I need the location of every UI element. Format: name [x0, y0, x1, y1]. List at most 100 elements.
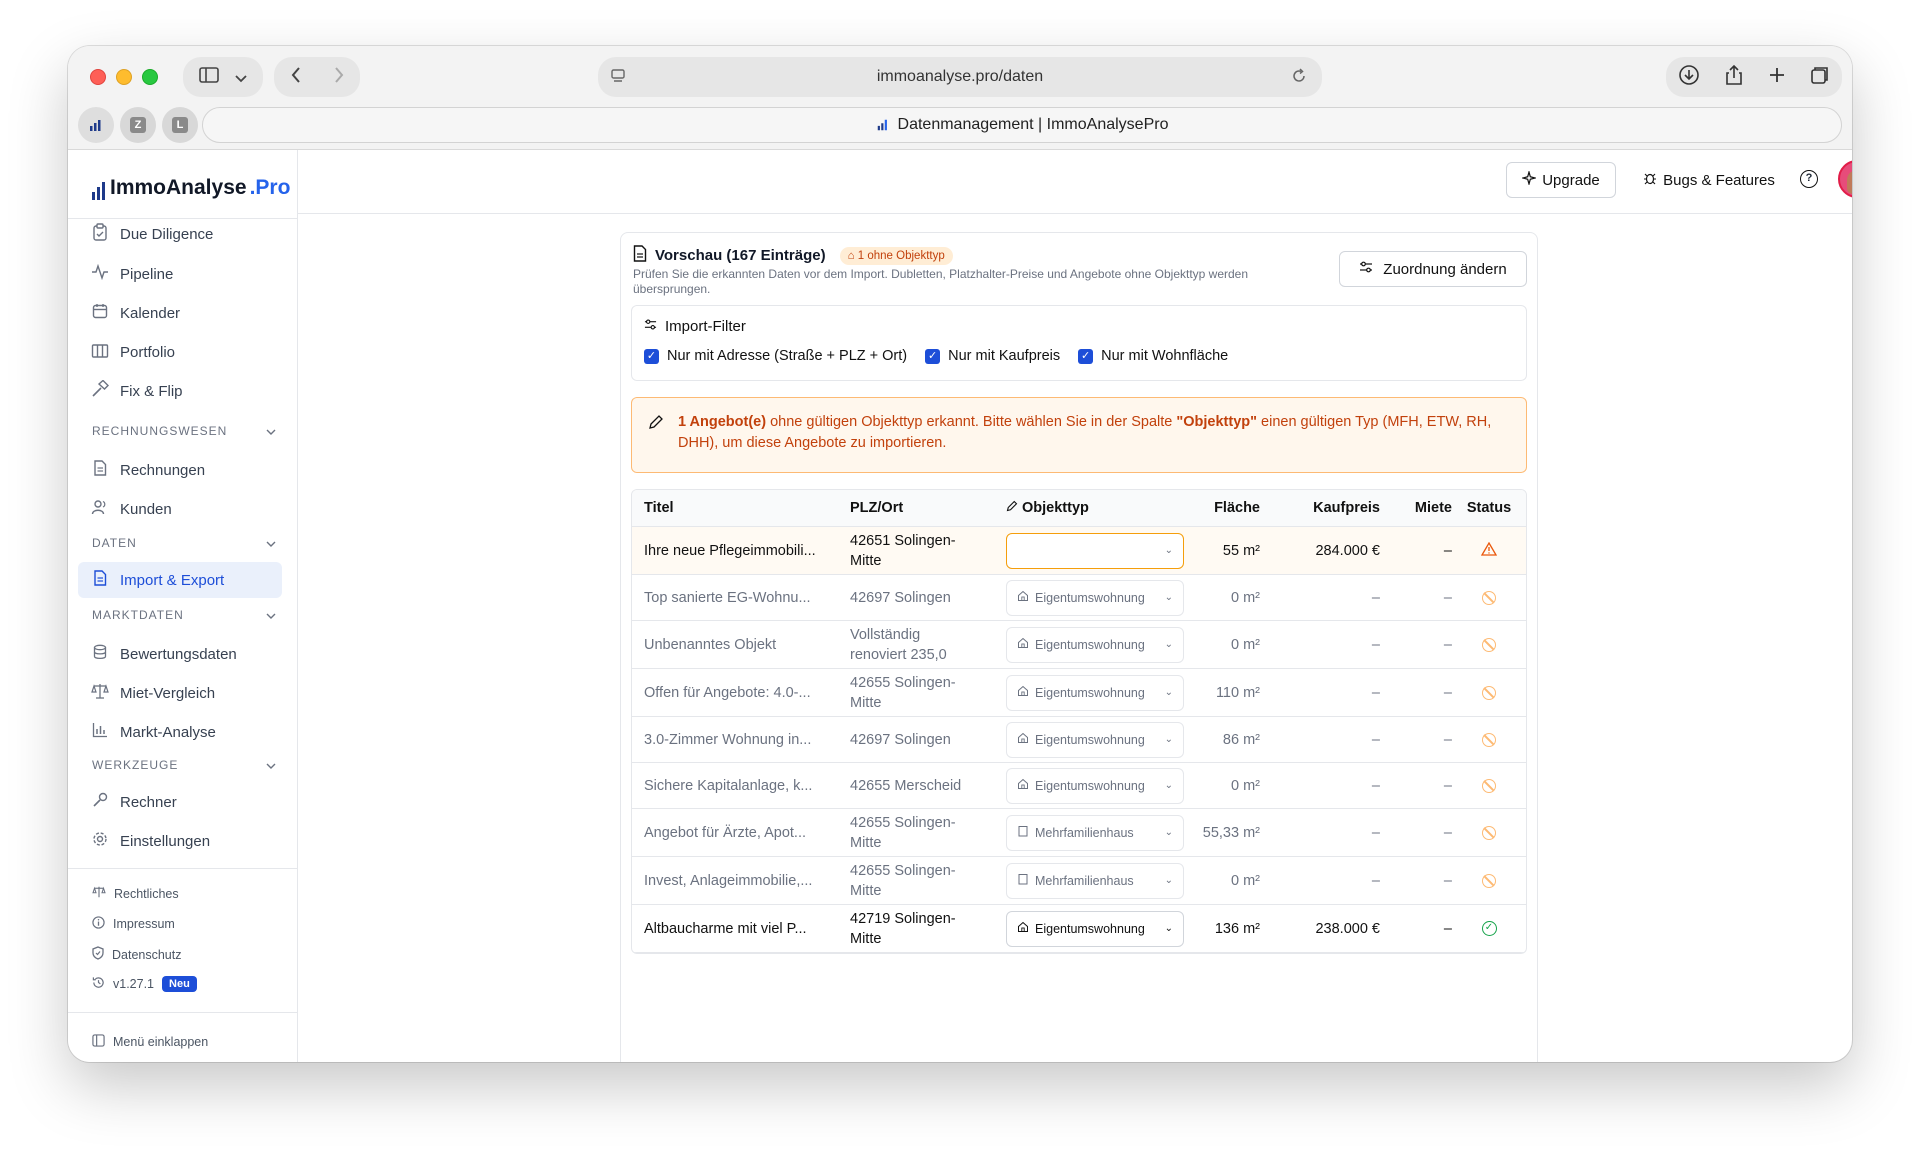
chevron-down-icon	[266, 424, 276, 438]
table-row[interactable]: Offen für Angebote: 4.0-... 42655 Solinge…	[632, 669, 1526, 717]
table-row[interactable]: Angebot für Ärzte, Apot... 42655 Solingen…	[632, 809, 1526, 857]
home-icon	[1017, 637, 1029, 652]
minimize-window-button[interactable]	[116, 69, 132, 85]
new-tab-icon[interactable]	[1768, 66, 1786, 89]
pencil-icon	[1006, 500, 1018, 516]
download-icon[interactable]	[1678, 64, 1700, 91]
filter-checkbox-address[interactable]: ✓ Nur mit Adresse (Straße + PLZ + Ort)	[644, 348, 907, 364]
pinned-tab-l[interactable]: L	[162, 107, 198, 143]
app-logo[interactable]: ImmoAnalyse .Pro	[92, 176, 290, 200]
pinned-tab-immoanalyse[interactable]	[78, 107, 114, 143]
sidebar-item-bewertungsdaten[interactable]: Bewertungsdaten	[78, 636, 282, 672]
sidebar-item-due-diligence[interactable]: Due Diligence	[78, 216, 282, 252]
maximize-window-button[interactable]	[142, 69, 158, 85]
browser-actions	[1666, 57, 1842, 97]
building-icon	[90, 342, 110, 362]
share-icon[interactable]	[1724, 64, 1744, 91]
cell-plz: 42655 Solingen-Mitte	[850, 674, 956, 711]
tab-bar: Z L Datenmanagement | ImmoAnalysePro	[68, 102, 1852, 148]
objekttyp-select[interactable]: Eigentumswohnung ⌄	[1006, 767, 1184, 804]
filter-checkbox-area[interactable]: ✓ Nur mit Wohnfläche	[1078, 348, 1228, 364]
back-icon[interactable]	[291, 66, 301, 88]
sidebar-item-import-export[interactable]: Import & Export	[78, 562, 282, 598]
sidebar-item-fix-flip[interactable]: Fix & Flip	[78, 373, 282, 409]
cell-status	[1458, 575, 1520, 620]
sidebar-toggle-button[interactable]	[183, 57, 263, 97]
column-header-objekttyp: Objekttyp	[1006, 490, 1186, 526]
table-row[interactable]: Top sanierte EG-Wohnu... 42697 Solingen Ei…	[632, 575, 1526, 621]
home-icon	[1017, 732, 1029, 747]
pinned-tab-z[interactable]: Z	[120, 107, 156, 143]
avatar[interactable]	[1838, 160, 1852, 198]
cell-kaufpreis: –	[1371, 872, 1380, 889]
sidebar-item-rechner[interactable]: Rechner	[78, 784, 282, 820]
check-circle-icon: ✓	[1481, 921, 1497, 936]
section-rechnungswesen[interactable]: RECHNUNGSWESEN	[92, 424, 276, 438]
tab-overview-icon[interactable]	[1810, 65, 1830, 90]
database-icon	[90, 644, 110, 664]
cell-objekttyp: Eigentumswohnung ⌄	[1006, 763, 1186, 808]
bar-chart-icon	[90, 722, 110, 742]
sliders-icon	[644, 318, 657, 335]
section-daten[interactable]: DATEN	[92, 536, 276, 550]
footer-link-impressum[interactable]: Impressum	[92, 916, 175, 932]
table-row[interactable]: Ihre neue Pflegeimmobili... 42651 Solinge…	[632, 527, 1526, 575]
sidebar-item-pipeline[interactable]: Pipeline	[78, 256, 282, 292]
objekttyp-select[interactable]: Mehrfamilienhaus ⌄	[1006, 814, 1184, 851]
filter-options: ✓ Nur mit Adresse (Straße + PLZ + Ort) ✓ N…	[644, 348, 1228, 364]
table-row[interactable]: Altbaucharme mit viel P... 42719 Solingen…	[632, 905, 1526, 953]
objekttyp-select[interactable]: Mehrfamilienhaus ⌄	[1006, 862, 1184, 899]
help-icon[interactable]: ?	[1800, 170, 1818, 188]
new-version-badge: Neu	[162, 976, 197, 992]
section-marktdaten[interactable]: MARKTDATEN	[92, 608, 276, 622]
footer-link-rechtliches[interactable]: Rechtliches	[92, 886, 179, 901]
table-row[interactable]: Invest, Anlageimmobilie,... 42655 Solinge…	[632, 857, 1526, 905]
sidebar-item-kalender[interactable]: Kalender	[78, 295, 282, 331]
objekttyp-select[interactable]: Eigentumswohnung ⌄	[1006, 674, 1184, 711]
cell-flaeche: 0 m²	[1231, 872, 1260, 889]
history-icon	[92, 976, 105, 992]
ban-icon	[1482, 685, 1496, 700]
cell-status	[1458, 717, 1520, 762]
cell-objekttyp: Eigentumswohnung ⌄	[1006, 717, 1186, 762]
sidebar: ImmoAnalyse.Pro Due Diligence Pipeline	[68, 150, 298, 1062]
address-bar[interactable]: immoanalyse.pro/daten	[598, 57, 1322, 97]
cell-kaufpreis: 284.000 €	[1315, 542, 1380, 559]
reload-icon[interactable]	[1290, 67, 1308, 90]
sidebar-item-miet-vergleich[interactable]: Miet-Vergleich	[78, 675, 282, 711]
calendar-icon	[90, 303, 110, 323]
forward-icon[interactable]	[334, 66, 344, 88]
chevron-down-icon: ⌄	[1164, 734, 1173, 745]
pinned-tabs: Z L	[78, 107, 198, 143]
active-tab[interactable]: Datenmanagement | ImmoAnalysePro	[202, 107, 1842, 143]
page-menu-icon[interactable]	[610, 68, 626, 89]
objekttyp-select[interactable]: ⌄	[1006, 532, 1184, 569]
sidebar-item-rechnungen[interactable]: Rechnungen	[78, 452, 282, 488]
cell-status	[1458, 621, 1520, 668]
bugs-features-button[interactable]: Bugs & Features	[1634, 162, 1784, 198]
change-mapping-button[interactable]: Zuordnung ändern	[1339, 251, 1527, 287]
sidebar-item-portfolio[interactable]: Portfolio	[78, 334, 282, 370]
upgrade-button[interactable]: Upgrade	[1506, 162, 1616, 198]
close-window-button[interactable]	[90, 69, 106, 85]
objekttyp-select[interactable]: Eigentumswohnung ⌄	[1006, 626, 1184, 663]
objekttyp-select[interactable]: Eigentumswohnung ⌄	[1006, 579, 1184, 616]
table-row[interactable]: 3.0-Zimmer Wohnung in... 42697 Solingen Ei…	[632, 717, 1526, 763]
objekttyp-select[interactable]: Eigentumswohnung ⌄	[1006, 910, 1184, 947]
filter-checkbox-price[interactable]: ✓ Nur mit Kaufpreis	[925, 348, 1060, 364]
chevron-down-icon: ⌄	[1164, 875, 1173, 886]
sidebar-item-markt-analyse[interactable]: Markt-Analyse	[78, 714, 282, 750]
ban-icon	[1482, 873, 1496, 888]
section-werkzeuge[interactable]: WERKZEUGE	[92, 758, 276, 772]
cell-miete: –	[1443, 824, 1452, 841]
collapse-menu-button[interactable]: Menü einklappen	[92, 1034, 208, 1050]
footer-version[interactable]: v1.27.1 Neu	[92, 976, 197, 992]
sidebar-item-einstellungen[interactable]: Einstellungen	[78, 823, 282, 859]
cell-flaeche: 110 m²	[1215, 684, 1260, 701]
footer-link-datenschutz[interactable]: Datenschutz	[92, 946, 181, 963]
table-row[interactable]: Unbenanntes Objekt Vollständig renoviert …	[632, 621, 1526, 669]
sidebar-item-kunden[interactable]: Kunden	[78, 491, 282, 527]
objekttyp-select[interactable]: Eigentumswohnung ⌄	[1006, 721, 1184, 758]
shield-icon	[92, 946, 104, 963]
table-row[interactable]: Sichere Kapitalanlage, k... 42655 Mersche…	[632, 763, 1526, 809]
